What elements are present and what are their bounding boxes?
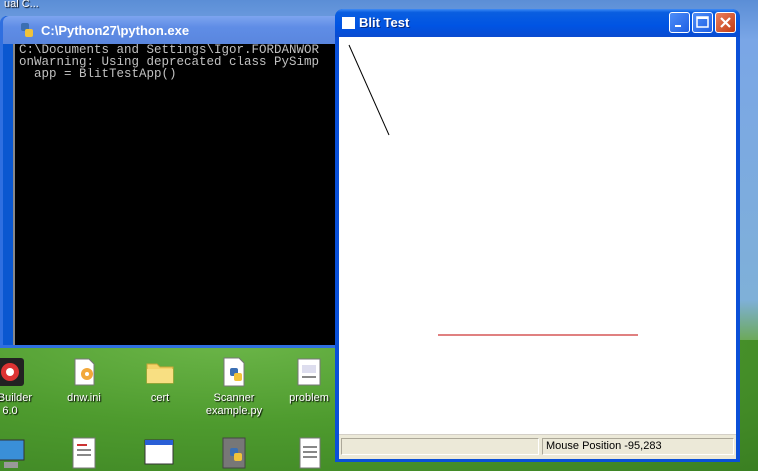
desktop-icon-label: Scanner example.py (205, 392, 263, 417)
desktop-icon-builder[interactable]: erBuilder 6.0 (0, 356, 48, 418)
desktop-icon-label: cert (150, 392, 170, 404)
window-icon (342, 17, 355, 29)
mouse-position-status: Mouse Position -95,283 (542, 438, 734, 455)
status-bar: Mouse Position -95,283 (339, 434, 736, 459)
blit-title: Blit Test (359, 15, 410, 30)
desktop-icon-cert[interactable]: cert (122, 356, 198, 405)
drawing-canvas[interactable] (339, 37, 736, 434)
folder-icon (146, 363, 174, 384)
desktop-icon-dnw-ini[interactable]: dnw.ini (46, 356, 122, 405)
console-window[interactable]: C:\Python27\python.exe C:\Documents and … (0, 16, 345, 348)
status-pane-left (341, 438, 539, 455)
ini-file-icon (74, 358, 95, 386)
maximize-button[interactable] (692, 12, 713, 33)
maximize-icon (696, 16, 709, 28)
console-line: app = BlitTestApp() (19, 68, 177, 80)
document-icon (297, 358, 321, 386)
document-icon[interactable] (68, 436, 100, 471)
python-file-icon[interactable] (219, 436, 251, 471)
minimize-button[interactable] (669, 12, 690, 33)
taskbar-fragment: ual C... (4, 0, 39, 10)
desktop-icon-label: dnw.ini (67, 392, 101, 404)
desktop-icon-label: erBuilder 6.0 (0, 392, 33, 417)
console-output[interactable]: C:\Documents and Settings\Igor.FORDANWOR… (13, 44, 342, 345)
diagonal-line (348, 44, 390, 136)
python-file-icon (223, 357, 245, 387)
blit-test-window[interactable]: Blit Test Mouse Position -95,283 (335, 9, 740, 462)
console-title: C:\Python27\python.exe (41, 22, 190, 38)
canvas-drawing (348, 44, 638, 336)
monitor-icon[interactable] (0, 436, 26, 471)
close-icon (720, 17, 731, 28)
python-icon (21, 23, 33, 37)
text-file-icon[interactable] (294, 436, 326, 471)
window-icon[interactable] (143, 436, 175, 471)
console-title-bar[interactable]: C:\Python27\python.exe (3, 16, 342, 44)
builder-icon (0, 358, 24, 386)
console-line: C:\Documents and Settings\Igor.FORDANWOR (19, 44, 320, 56)
desktop-icon-scanner-example[interactable]: Scanner example.py (196, 356, 272, 418)
blit-title-bar[interactable]: Blit Test (335, 9, 740, 37)
desktop-icon-label: problem (289, 392, 329, 404)
console-line: onWarning: Using deprecated class PySimp (19, 56, 320, 68)
close-button[interactable] (715, 12, 736, 33)
minimize-icon (675, 25, 681, 27)
